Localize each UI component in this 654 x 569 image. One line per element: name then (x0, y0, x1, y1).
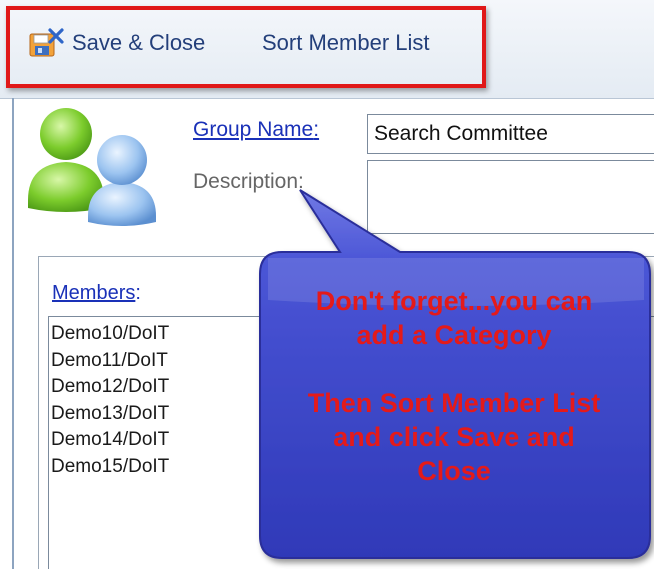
callout-line: Close (417, 456, 491, 486)
callout-line: and click Save and (333, 422, 575, 452)
callout-line: Don't forget...you can (315, 286, 593, 316)
callout-line: Then Sort Member List (307, 388, 601, 418)
callout-line: add a Category (356, 320, 552, 350)
callout-text: Don't forget...you can add a Category Th… (262, 284, 646, 488)
